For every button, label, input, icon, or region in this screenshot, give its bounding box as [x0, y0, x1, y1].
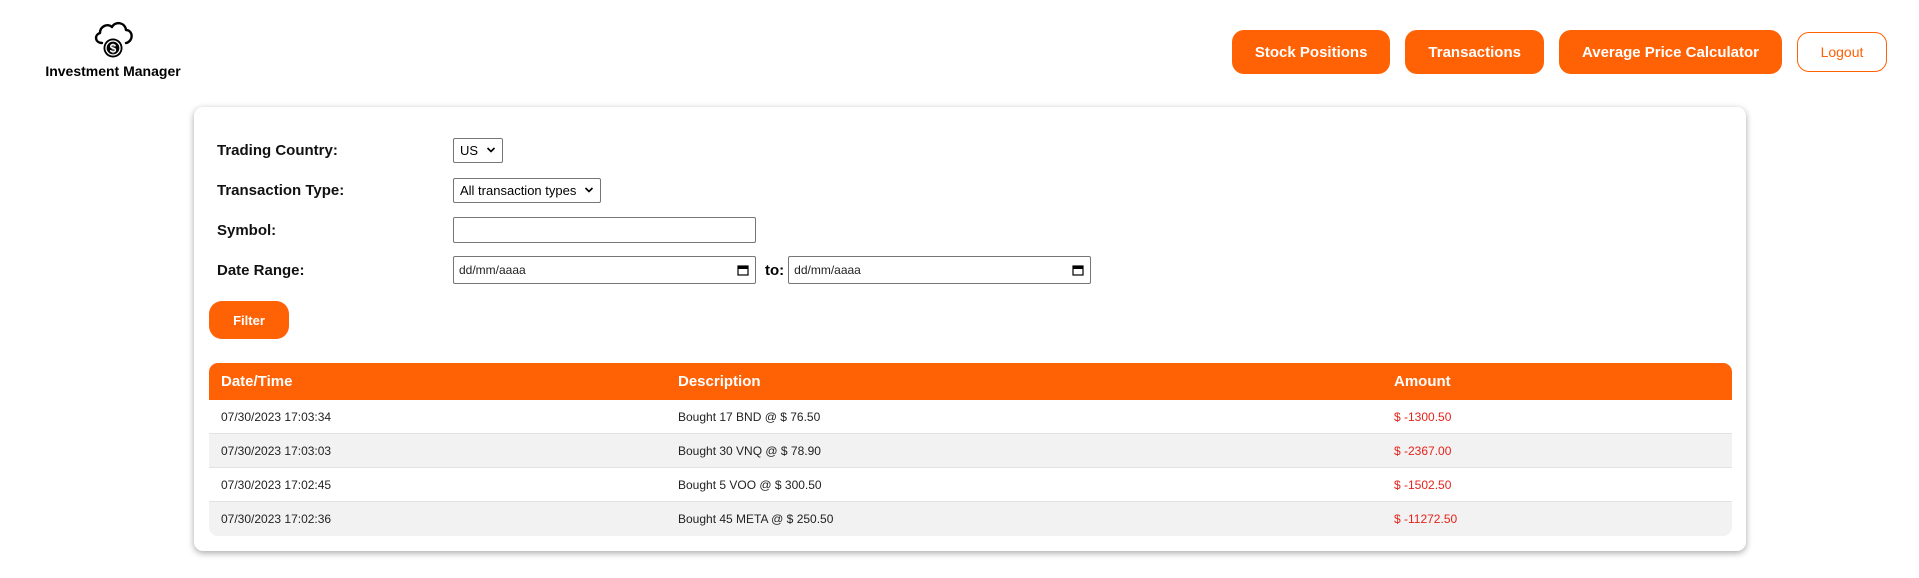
cell-amount: $ -2367.00 — [1394, 443, 1452, 458]
cell-datetime: 07/30/2023 17:02:45 — [221, 477, 332, 492]
date-to-label: to: — [765, 261, 785, 279]
stock-positions-button[interactable]: Stock Positions — [1231, 30, 1391, 74]
date-range-row: Date Range: dd/mm/aaaa to: dd/mm/aaaa — [217, 255, 1092, 285]
table-row[interactable]: 07/30/2023 17:03:34 Bought 17 BND @ $ 76… — [209, 400, 1732, 434]
svg-text:$: $ — [110, 42, 117, 56]
top-nav: Stock Positions Transactions Average Pri… — [1231, 30, 1887, 74]
calendar-icon[interactable] — [1072, 264, 1084, 276]
transaction-type-value: All transaction types — [460, 182, 577, 198]
trading-country-row: Trading Country: US — [217, 135, 504, 165]
cell-description: Bought 17 BND @ $ 76.50 — [678, 409, 821, 424]
cell-description: Bought 30 VNQ @ $ 78.90 — [678, 443, 821, 458]
trading-country-value: US — [460, 142, 479, 158]
logout-button[interactable]: Logout — [1797, 32, 1887, 72]
column-header-amount[interactable]: Amount — [1382, 373, 1732, 390]
table-row[interactable]: 07/30/2023 17:02:36 Bought 45 META @ $ 2… — [209, 502, 1732, 536]
trading-country-label: Trading Country: — [217, 141, 338, 159]
table-row[interactable]: 07/30/2023 17:03:03 Bought 30 VNQ @ $ 78… — [209, 434, 1732, 468]
symbol-row: Symbol: — [217, 215, 756, 245]
cell-datetime: 07/30/2023 17:02:36 — [221, 512, 332, 526]
transaction-type-label: Transaction Type: — [217, 181, 345, 199]
brand-logo[interactable]: $ Investment Manager — [38, 19, 188, 79]
symbol-label: Symbol: — [217, 221, 277, 239]
brand-name: Investment Manager — [45, 63, 181, 79]
cell-description: Bought 45 META @ $ 250.50 — [678, 512, 834, 526]
date-to-input[interactable]: dd/mm/aaaa — [788, 256, 1092, 284]
transaction-type-row: Transaction Type: All transaction types — [217, 175, 602, 205]
date-from-input[interactable]: dd/mm/aaaa — [453, 256, 756, 284]
column-header-description[interactable]: Description — [666, 373, 1382, 390]
transactions-card: Trading Country: US Transaction Type: Al… — [194, 107, 1746, 551]
cell-amount: $ -1502.50 — [1394, 477, 1452, 492]
transactions-button[interactable]: Transactions — [1405, 30, 1544, 74]
symbol-input[interactable] — [453, 217, 756, 243]
chevron-down-icon — [486, 147, 496, 153]
cell-amount: $ -11272.50 — [1394, 512, 1458, 526]
date-range-label: Date Range: — [217, 261, 305, 279]
cloud-dollar-icon: $ — [94, 22, 133, 58]
date-to-placeholder: dd/mm/aaaa — [794, 263, 861, 277]
chevron-down-icon — [585, 187, 594, 193]
cell-datetime: 07/30/2023 17:03:03 — [221, 443, 332, 458]
cell-datetime: 07/30/2023 17:03:34 — [221, 409, 332, 424]
trading-country-select[interactable]: US — [453, 137, 504, 163]
transactions-table: Date/Time Description Amount 07/30/2023 … — [209, 363, 1732, 536]
column-header-datetime[interactable]: Date/Time — [209, 373, 666, 390]
filter-button[interactable]: Filter — [209, 301, 289, 339]
transaction-type-select[interactable]: All transaction types — [453, 177, 602, 203]
calendar-icon[interactable] — [737, 264, 749, 276]
cell-amount: $ -1300.50 — [1394, 409, 1452, 424]
table-header: Date/Time Description Amount — [209, 363, 1732, 400]
cell-description: Bought 5 VOO @ $ 300.50 — [678, 477, 822, 492]
date-from-placeholder: dd/mm/aaaa — [459, 263, 526, 277]
average-price-calculator-button[interactable]: Average Price Calculator — [1558, 30, 1782, 74]
table-row[interactable]: 07/30/2023 17:02:45 Bought 5 VOO @ $ 300… — [209, 468, 1732, 502]
